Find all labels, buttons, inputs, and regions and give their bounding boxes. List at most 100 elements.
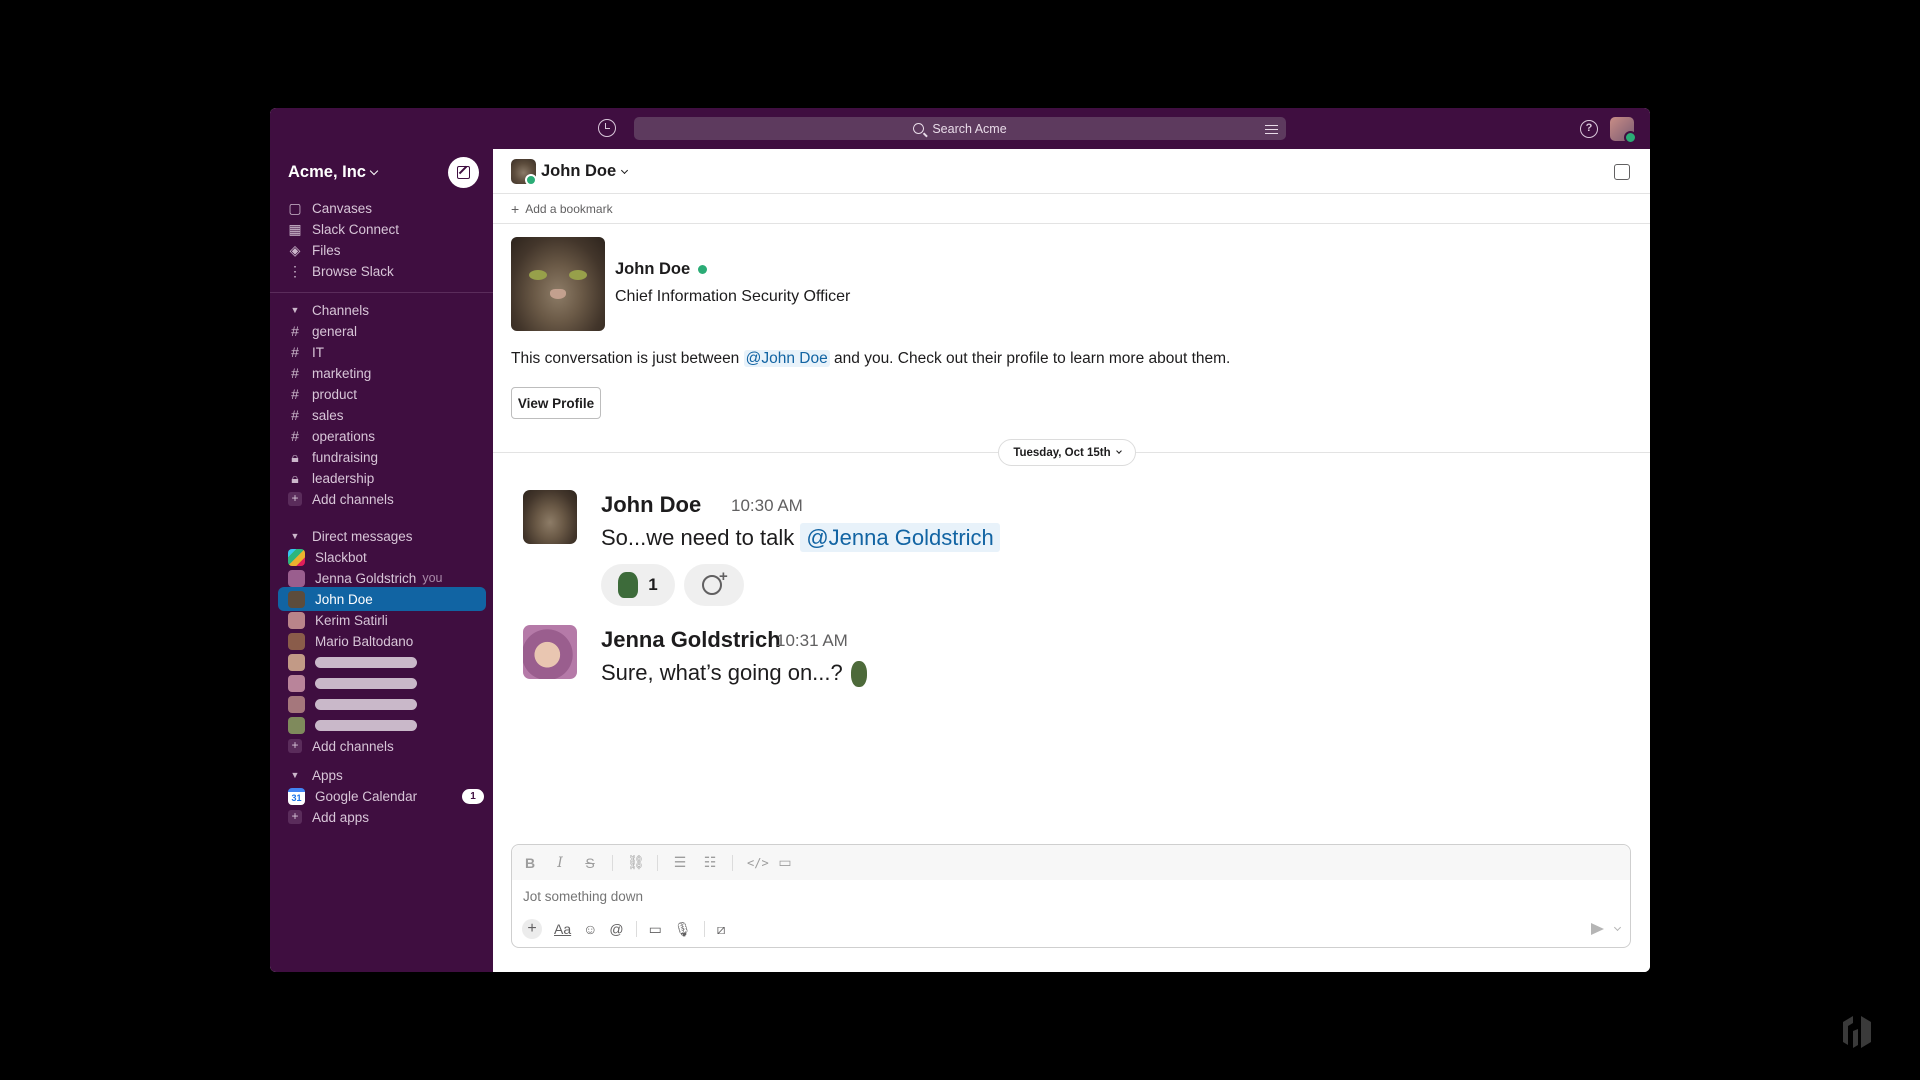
dm-label: Slackbot [315, 549, 367, 565]
name-skeleton [315, 719, 417, 731]
code-block-icon[interactable]: ▭ [777, 854, 793, 871]
avatar[interactable] [523, 490, 577, 544]
caret-down-icon: ▼ [290, 531, 300, 541]
bulleted-list-icon[interactable]: ☷ [702, 854, 718, 871]
microphone-icon[interactable]: 🎙︎ [674, 921, 692, 938]
italic-icon[interactable]: I [552, 855, 568, 871]
sidebar-item-slack-connect[interactable]: ▦ Slack Connect [288, 218, 484, 240]
toolbar-divider [635, 921, 637, 937]
apps-section-header[interactable]: ▼ Apps [288, 764, 484, 786]
sidebar-item-browse-slack[interactable]: ⋮ Browse Slack [288, 260, 484, 282]
avatar [288, 590, 305, 608]
channel-it[interactable]: # IT [288, 341, 484, 363]
toolbar-divider [703, 921, 705, 937]
profile-photo[interactable] [511, 237, 605, 331]
slack-window: Search Acme ? Acme, Inc ▢ Canvases ▦ Slack… [270, 108, 1650, 972]
grenade-emoji-icon [850, 661, 867, 688]
dm-john-doe[interactable]: John Doe [278, 587, 486, 611]
reaction-pill[interactable]: 1 [601, 564, 675, 606]
date-divider[interactable]: Tuesday, Oct 15th [998, 439, 1136, 466]
message-composer: B I S ⛓ ☰ ☷ </> ▭ + Aa ☺ @ ▭ 🎙︎ [511, 844, 1631, 948]
channel-label: fundraising [312, 449, 379, 465]
channel-title[interactable]: John Doe [541, 162, 629, 181]
bold-icon[interactable]: B [522, 855, 538, 871]
video-icon[interactable]: ▭ [649, 921, 662, 938]
dm-label: Jenna Goldstrich [315, 570, 417, 586]
dm-kerim-satirli[interactable]: Kerim Satirli [288, 609, 484, 631]
profile-title: Chief Information Security Officer [615, 288, 851, 305]
formatting-toggle-icon[interactable]: Aa [554, 921, 571, 937]
sidebar-item-files[interactable]: ◈ Files [288, 239, 484, 261]
message-timestamp[interactable]: 10:31 AM [776, 631, 848, 651]
view-profile-button[interactable]: View Profile [511, 387, 601, 419]
plus-icon[interactable]: + [522, 919, 542, 939]
channel-leadership[interactable]: 🔒︎ leadership [288, 467, 484, 489]
add-apps-button[interactable]: + Add apps [288, 806, 484, 828]
strikethrough-icon[interactable]: S [582, 855, 598, 871]
channel-sales[interactable]: # sales [288, 404, 484, 426]
channels-section-header[interactable]: ▼ Channels [288, 299, 484, 321]
add-apps-label: Add apps [312, 809, 370, 825]
building-icon: ▦ [288, 220, 302, 237]
chevron-down-icon [369, 166, 379, 176]
chevron-down-icon [1115, 447, 1122, 454]
message-author[interactable]: John Doe [601, 492, 701, 518]
add-bookmark-button[interactable]: + Add a bookmark [493, 194, 1650, 224]
message-author[interactable]: Jenna Goldstrich [601, 627, 781, 653]
channel-label: product [312, 386, 358, 402]
dm-placeholder[interactable] [288, 714, 484, 736]
avatar [288, 653, 305, 671]
hash-icon: # [291, 386, 299, 402]
app-google-calendar[interactable]: 31 Google Calendar 1 [288, 785, 484, 807]
dm-slackbot[interactable]: Slackbot [288, 546, 484, 568]
workspace-switcher[interactable]: Acme, Inc [288, 163, 379, 182]
search-bar[interactable]: Search Acme [634, 117, 1286, 140]
send-icon[interactable] [1591, 923, 1604, 935]
dm-placeholder[interactable] [288, 672, 484, 694]
sidebar-item-canvases[interactable]: ▢ Canvases [288, 197, 484, 219]
search-filter-icon[interactable] [1265, 122, 1278, 135]
avatar [288, 632, 305, 650]
channel-marketing[interactable]: # marketing [288, 362, 484, 384]
message-timestamp[interactable]: 10:30 AM [731, 496, 803, 516]
link-icon[interactable]: ⛓ [627, 854, 645, 871]
message-body: Sure, what’s going on...? [601, 660, 843, 685]
profile-name[interactable]: John Doe [615, 260, 708, 279]
message-text: Sure, what’s going on...? [601, 660, 867, 688]
help-icon[interactable]: ? [1580, 120, 1598, 138]
channel-product[interactable]: # product [288, 383, 484, 405]
dm-mario-baltodano[interactable]: Mario Baltodano [288, 630, 484, 652]
channel-general[interactable]: # general [288, 320, 484, 342]
dm-section-header[interactable]: ▼ Direct messages [288, 525, 484, 547]
add-channels-button[interactable]: + Add channels [288, 488, 484, 510]
channel-operations[interactable]: # operations [288, 425, 484, 447]
user-mention[interactable]: @John Doe [743, 350, 830, 367]
toolbar-divider [732, 854, 733, 871]
compose-button[interactable] [448, 157, 479, 188]
section-label: Apps [312, 767, 343, 783]
user-mention[interactable]: @Jenna Goldstrich [800, 523, 1000, 552]
online-status-icon [698, 265, 708, 274]
canvas-icon[interactable] [1614, 164, 1630, 180]
dm-placeholder[interactable] [288, 693, 484, 715]
emoji-icon[interactable]: ☺ [583, 921, 597, 937]
dm-placeholder[interactable] [288, 651, 484, 673]
message-input[interactable] [523, 889, 1383, 904]
sidebar: Acme, Inc ▢ Canvases ▦ Slack Connect ◈ File… [270, 149, 493, 972]
chevron-down-icon[interactable] [1613, 923, 1622, 932]
mention-icon[interactable]: @ [609, 921, 623, 937]
sidebar-item-label: Files [312, 242, 341, 258]
slash-command-icon[interactable]: ⧄ [717, 921, 726, 938]
channel-name: John Doe [541, 162, 617, 180]
avatar [288, 695, 305, 713]
add-dm-button[interactable]: + Add channels [288, 735, 484, 757]
history-icon[interactable] [598, 119, 616, 137]
user-avatar[interactable] [1610, 117, 1637, 144]
channel-fundraising[interactable]: 🔒︎ fundraising [288, 446, 484, 468]
add-reaction-button[interactable]: + [684, 564, 744, 606]
dm-jenna-goldstrich[interactable]: Jenna Goldstrich you [288, 567, 484, 589]
code-icon[interactable]: </> [747, 856, 769, 870]
ordered-list-icon[interactable]: ☰ [672, 854, 688, 871]
avatar[interactable] [523, 625, 577, 679]
reaction-count: 1 [648, 575, 658, 594]
